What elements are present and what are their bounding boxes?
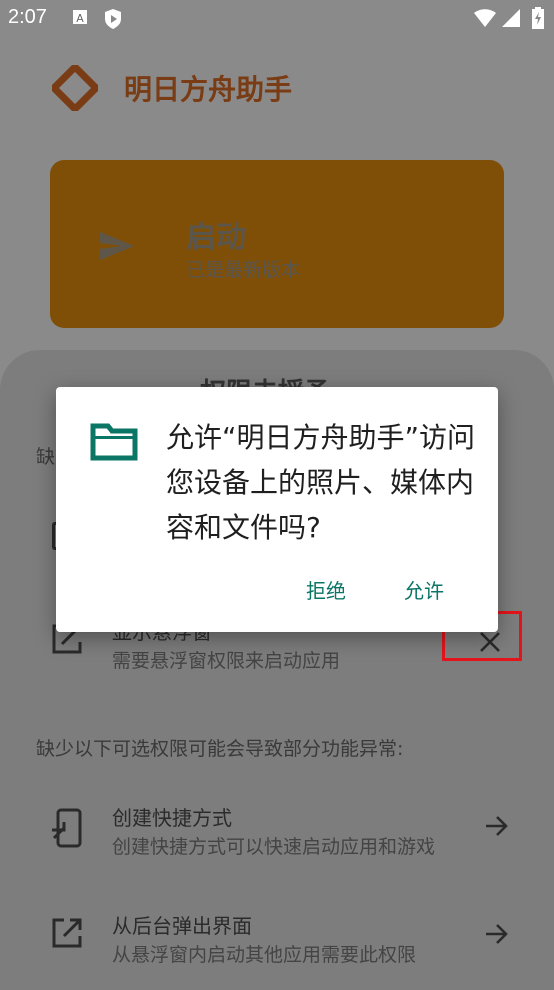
status-time: 2:07: [8, 6, 47, 28]
required-permissions-label: 缺: [36, 446, 56, 468]
shortcut-phone-icon: [50, 808, 84, 852]
permission-item-background-popup[interactable]: 从后台弹出界面 从悬浮窗内启动其他应用需要此权限: [36, 902, 526, 982]
wifi-icon: [474, 9, 496, 31]
allow-button[interactable]: 允许: [404, 575, 444, 604]
permission-dialog: 允许“明日方舟助手”访问您设备上的照片、媒体内容和文件吗? 拒绝 允许: [56, 387, 498, 632]
open-in-new-icon: [50, 916, 84, 954]
permission-subtitle: 从悬浮窗内启动其他应用需要此权限: [112, 944, 417, 966]
arrow-right-icon[interactable]: [484, 922, 510, 950]
permission-title: 从后台弹出界面: [112, 914, 252, 938]
permission-title: 创建快捷方式: [112, 806, 232, 830]
launch-card[interactable]: 启动 已是最新版本: [50, 160, 504, 328]
permission-subtitle: 创建快捷方式可以快速启动应用和游戏: [112, 836, 436, 858]
svg-text:A: A: [76, 12, 84, 25]
arrow-right-icon[interactable]: [484, 814, 510, 842]
send-icon: [100, 232, 134, 264]
permission-subtitle: 需要悬浮窗权限来启动应用: [112, 650, 341, 672]
play-shield-icon: [104, 9, 122, 33]
optional-permissions-label: 缺少以下可选权限可能会导致部分功能异常:: [36, 738, 404, 760]
app-title: 明日方舟助手: [124, 73, 293, 106]
launch-label: 启动: [186, 220, 246, 255]
permission-item-shortcut[interactable]: 创建快捷方式 创建快捷方式可以快速启动应用和游戏: [36, 794, 526, 874]
dialog-message: 允许“明日方舟助手”访问您设备上的照片、媒体内容和文件吗?: [166, 421, 476, 544]
launch-subtitle: 已是最新版本: [186, 259, 301, 281]
signal-icon: [502, 9, 520, 31]
app-logo: [49, 62, 101, 115]
font-a-icon: A: [72, 9, 88, 29]
folder-icon: [90, 421, 138, 465]
deny-button[interactable]: 拒绝: [306, 575, 346, 604]
battery-charging-icon: [532, 7, 544, 33]
status-bar: 2:07 A: [0, 0, 554, 36]
